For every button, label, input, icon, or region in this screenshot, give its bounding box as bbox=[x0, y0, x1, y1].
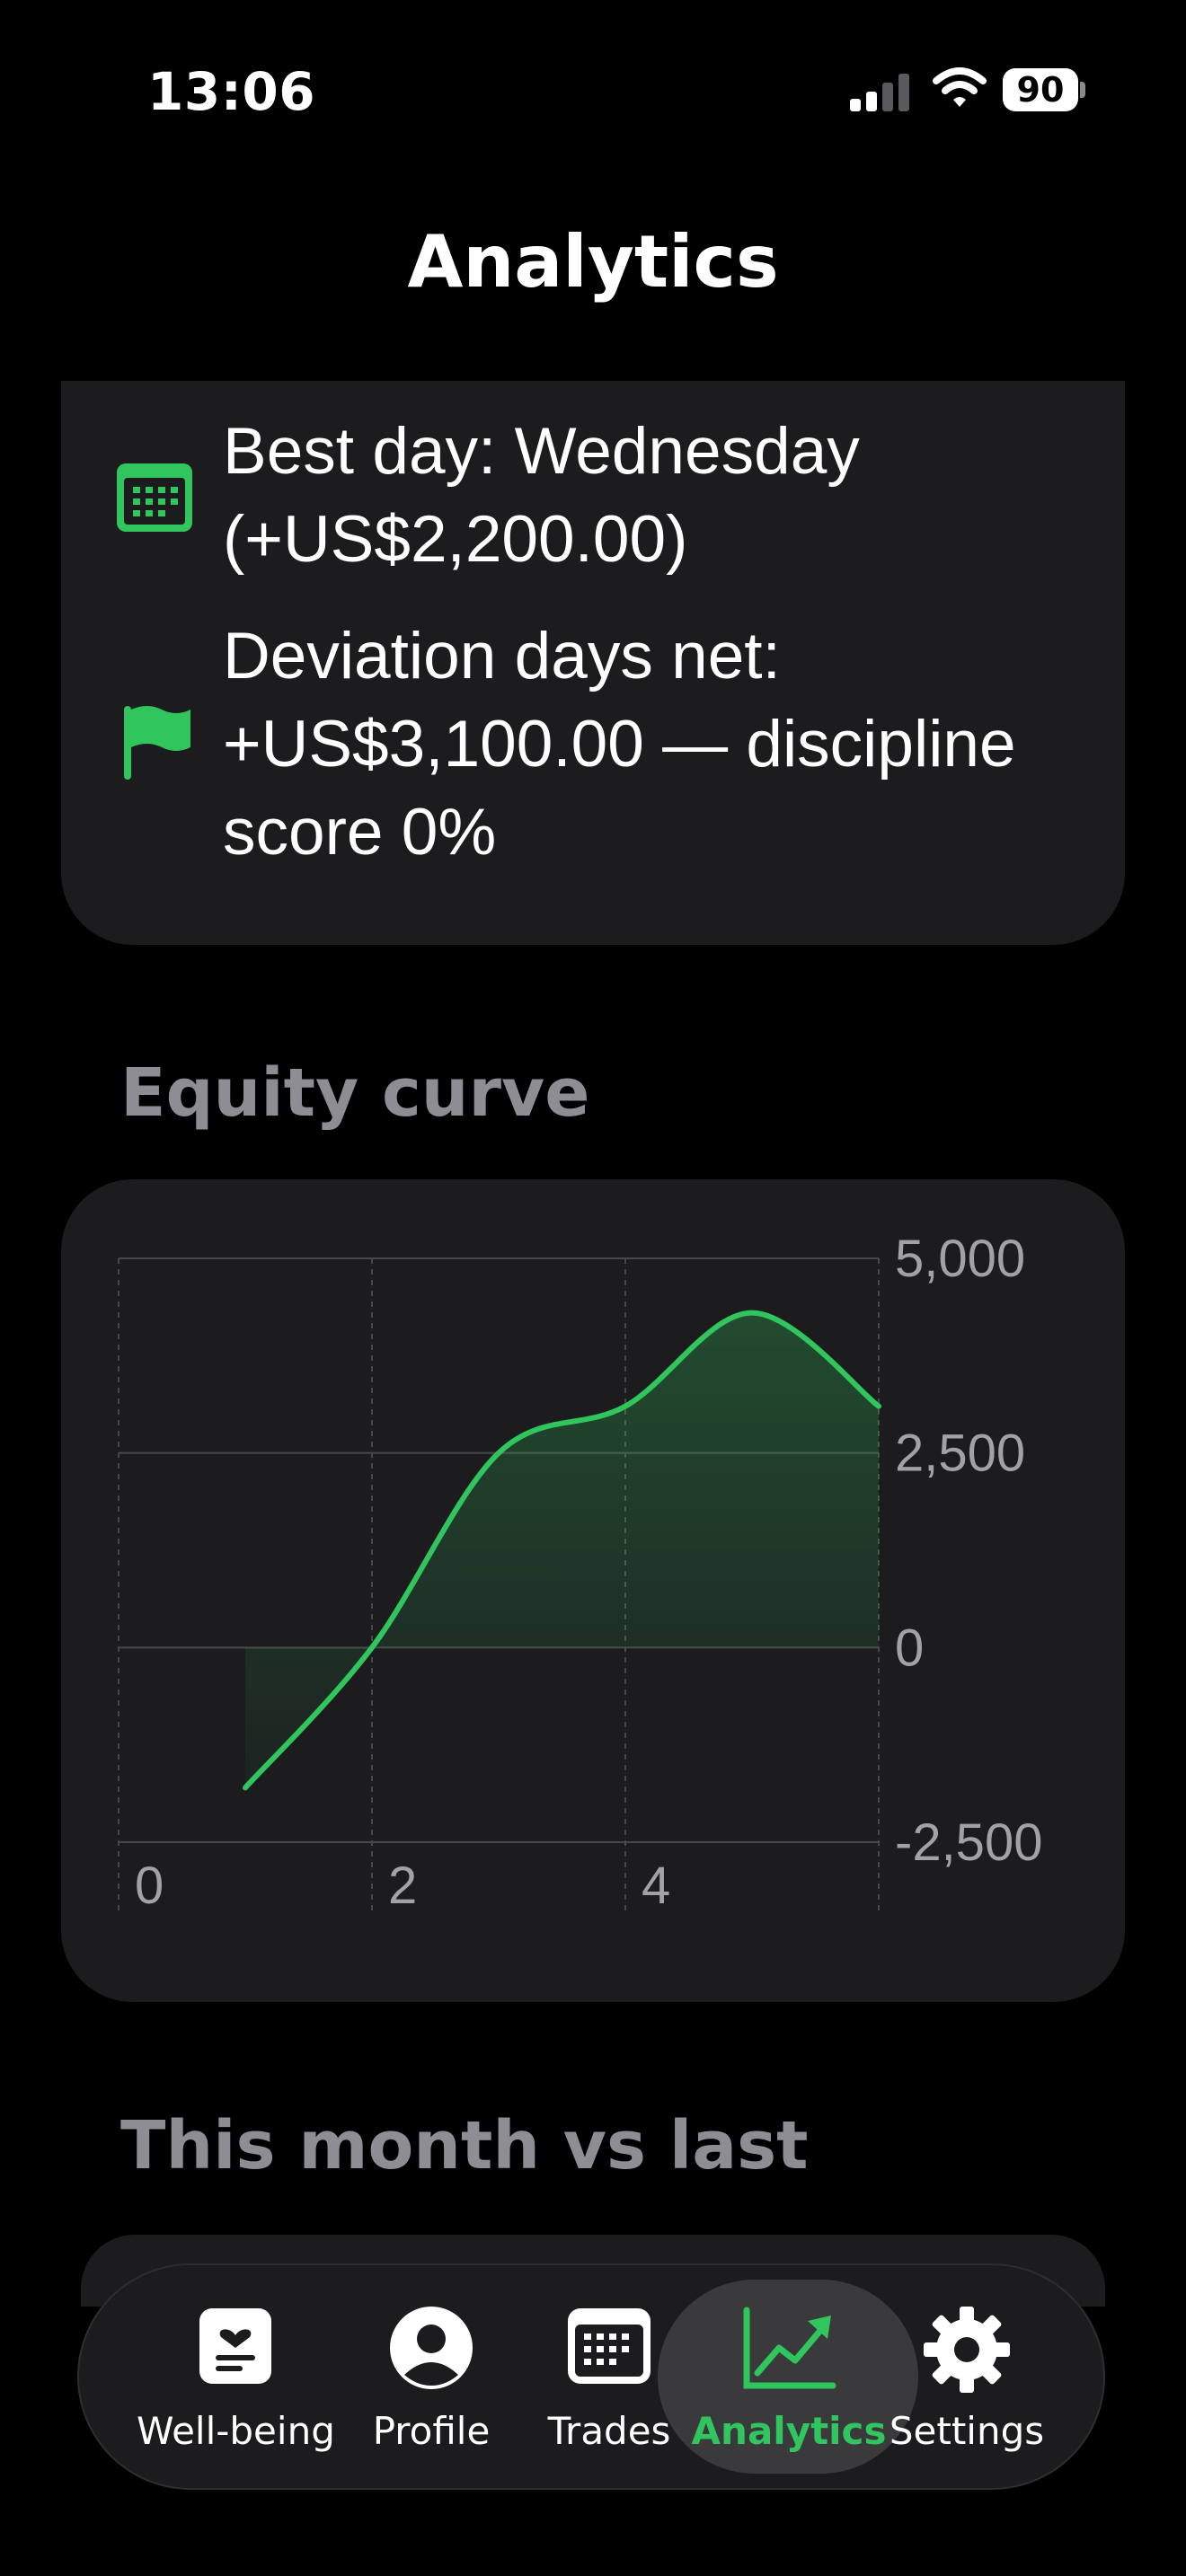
tab-wellbeing[interactable]: Well-being bbox=[137, 2305, 335, 2457]
equity-chart[interactable]: 5,000 2,500 0 -2,500 0 2 4 bbox=[61, 1179, 1125, 2002]
equity-area bbox=[245, 1312, 879, 1788]
signal-icon bbox=[850, 74, 909, 111]
status-time: 13:06 bbox=[147, 61, 316, 122]
wellbeing-icon bbox=[199, 2308, 271, 2384]
month-comparison-heading: This month vs last bbox=[120, 2107, 809, 2184]
page-title: Analytics bbox=[407, 220, 779, 304]
insight-deviation-net: Deviation days net: +US$3,100.00 — disci… bbox=[223, 620, 1016, 869]
insight-best-day: Best day: Wednesday (+US$2,200.00) bbox=[223, 415, 860, 576]
tab-profile-label: Profile bbox=[372, 2409, 491, 2453]
y-tick-label: 0 bbox=[895, 1619, 924, 1677]
gear-icon bbox=[924, 2307, 1010, 2393]
tab-settings[interactable]: Settings bbox=[868, 2305, 1066, 2457]
x-tick-label: 2 bbox=[388, 1857, 417, 1915]
profile-icon bbox=[390, 2307, 473, 2389]
tab-settings-label: Settings bbox=[889, 2409, 1045, 2453]
battery-percent: 90 bbox=[1016, 70, 1065, 110]
tab-trades[interactable]: Trades bbox=[510, 2305, 708, 2457]
battery-icon: 90 bbox=[1003, 68, 1085, 111]
trades-calendar-icon bbox=[568, 2308, 651, 2384]
y-tick-label: -2,500 bbox=[895, 1813, 1042, 1872]
flag-icon bbox=[124, 706, 190, 780]
tab-analytics[interactable]: Analytics bbox=[690, 2305, 888, 2457]
wifi-icon bbox=[933, 67, 987, 107]
x-tick-label: 4 bbox=[642, 1857, 670, 1915]
tab-profile[interactable]: Profile bbox=[332, 2305, 530, 2457]
y-tick-label: 2,500 bbox=[895, 1425, 1025, 1483]
x-tick-label: 0 bbox=[135, 1857, 164, 1915]
tab-trades-label: Trades bbox=[547, 2409, 671, 2453]
equity-curve-heading: Equity curve bbox=[120, 1054, 590, 1132]
calendar-icon bbox=[117, 463, 192, 532]
analytics-chart-icon bbox=[743, 2307, 836, 2389]
tab-wellbeing-label: Well-being bbox=[137, 2409, 335, 2453]
tab-analytics-label: Analytics bbox=[691, 2409, 887, 2453]
y-tick-label: 5,000 bbox=[895, 1230, 1025, 1288]
